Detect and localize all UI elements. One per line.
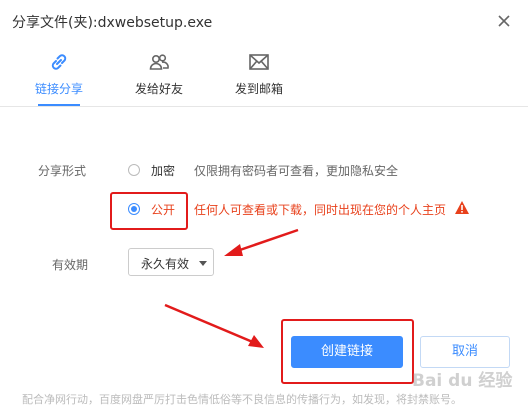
footer-notice: 配合净网行动，百度网盘严厉打击色情低俗等不良信息的传播行为，如发现，将封禁账号。 — [22, 393, 462, 406]
annotation-arrow-validity — [224, 228, 299, 256]
watermark: Bai du 经验 — [412, 371, 513, 391]
annotation-arrow-create — [164, 303, 264, 348]
annotation-arrows — [164, 228, 299, 348]
